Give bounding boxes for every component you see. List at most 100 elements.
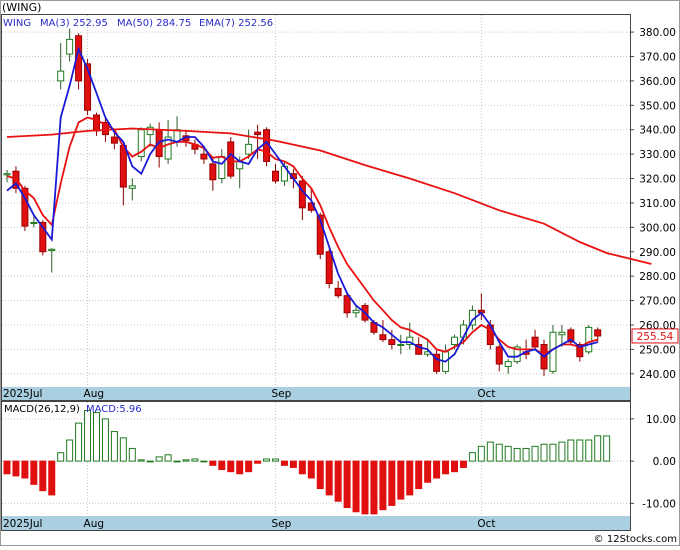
- price-tick-label: 360.00: [639, 76, 676, 88]
- price-tick-label: 300.00: [639, 222, 676, 234]
- candle-up: [66, 38, 74, 55]
- macd-bar-positive: [567, 439, 575, 462]
- price-tick-label: 350.00: [639, 100, 676, 112]
- macd-tick-label: 0.00: [653, 456, 676, 468]
- candle-up: [3, 173, 11, 176]
- macd-bar-positive: [513, 447, 521, 462]
- macd-bar-negative: [379, 460, 387, 511]
- price-axis-labels: 240.00250.00260.00270.00280.00290.00300.…: [639, 27, 676, 381]
- candle-down: [254, 131, 262, 136]
- candle-down: [594, 329, 602, 337]
- macd-bar-negative: [280, 460, 288, 466]
- macd-bar-negative: [388, 460, 396, 506]
- chart-svg: 2025Jul Aug Sep Oct 2025Jul Aug Sep Oct 240.00…: [0, 0, 680, 546]
- macd-bar-negative: [397, 460, 405, 500]
- macd-bar-positive: [522, 447, 530, 462]
- legend-ema7: EMA(7) 252.56: [199, 18, 273, 29]
- chart-title: (WING): [2, 1, 41, 14]
- macd-bar-negative: [39, 460, 47, 492]
- candle-up: [451, 336, 458, 346]
- macd-date-label: Aug: [84, 518, 105, 530]
- macd-bar-negative: [361, 460, 369, 515]
- macd-bar-negative: [459, 460, 467, 468]
- candle-up: [245, 143, 253, 155]
- price-tick-label: 250.00: [639, 344, 676, 356]
- macd-bar-negative: [415, 460, 423, 490]
- watermark: © 12Stocks.com: [594, 534, 677, 545]
- macd-bar-positive: [549, 443, 557, 462]
- price-tick-label: 290.00: [639, 247, 676, 259]
- current-price-value: 255.54: [637, 331, 674, 343]
- macd-bar-positive: [594, 435, 602, 462]
- macd-bar-negative: [30, 460, 38, 485]
- price-tick-label: 380.00: [639, 27, 676, 39]
- candle-down: [343, 295, 351, 314]
- macd-bar-positive: [603, 435, 611, 462]
- candle-down: [388, 339, 396, 346]
- candle-up: [504, 361, 512, 367]
- candle-up: [30, 221, 38, 224]
- price-tick-label: 240.00: [639, 369, 676, 381]
- candle-up: [48, 248, 56, 252]
- candle-down: [334, 287, 342, 297]
- candle-up: [558, 331, 566, 336]
- candle-up: [57, 70, 65, 82]
- price-date-label: 2025Jul: [3, 388, 42, 400]
- price-tick-label: 310.00: [639, 198, 676, 210]
- macd-bar-negative: [334, 460, 342, 502]
- candle-up: [352, 309, 360, 314]
- candle-down: [119, 145, 127, 188]
- macd-bar-negative: [451, 460, 458, 473]
- macd-bar-positive: [173, 460, 181, 463]
- macd-bar-positive: [137, 459, 145, 462]
- macd-bar-positive: [146, 460, 154, 463]
- macd-bar-negative: [3, 460, 11, 475]
- macd-bar-positive: [486, 441, 494, 462]
- candle-down: [531, 336, 539, 348]
- macd-value-label: MACD:5.96: [86, 404, 142, 415]
- macd-bar-positive: [57, 452, 65, 462]
- macd-bar-negative: [245, 460, 253, 473]
- macd-bar-positive: [155, 456, 163, 462]
- candle-down: [227, 141, 235, 177]
- macd-bar-negative: [442, 460, 450, 475]
- macd-bar-positive: [182, 459, 190, 462]
- macd-bar-positive: [110, 431, 118, 462]
- macd-bar-negative: [352, 460, 360, 513]
- macd-bar-negative: [289, 460, 297, 468]
- candle-down: [93, 114, 100, 132]
- macd-bar-negative: [227, 460, 235, 473]
- price-tick-label: 280.00: [639, 271, 676, 283]
- candle-up: [218, 156, 226, 180]
- macd-bar-negative: [343, 460, 351, 509]
- candle-up: [397, 344, 405, 347]
- macd-date-label: 2025Jul: [3, 518, 42, 530]
- macd-bar-negative: [218, 460, 226, 471]
- macd-bar-positive: [128, 447, 136, 462]
- price-tick-label: 320.00: [639, 174, 676, 186]
- macd-bar-negative: [406, 460, 414, 496]
- macd-bar-negative: [316, 460, 324, 490]
- candle-down: [110, 136, 118, 144]
- price-tick-label: 330.00: [639, 149, 676, 161]
- macd-bar-positive: [468, 452, 476, 462]
- price-date-label: Sep: [272, 388, 292, 400]
- macd-tick-label: -10.00: [642, 498, 676, 510]
- macd-bar-positive: [84, 409, 92, 462]
- macd-bar-positive: [66, 439, 74, 462]
- macd-bar-negative: [254, 460, 262, 464]
- macd-bar-positive: [263, 458, 271, 462]
- macd-bar-negative: [236, 460, 244, 475]
- macd-bar-negative: [48, 460, 56, 496]
- macd-bar-negative: [424, 460, 432, 483]
- macd-bar-positive: [504, 445, 512, 462]
- macd-date-label: Sep: [272, 518, 292, 530]
- macd-bar-positive: [75, 422, 83, 462]
- macd-bar-negative: [12, 460, 20, 477]
- macd-bar-positive: [101, 418, 109, 462]
- candle-down: [272, 170, 279, 182]
- candle-down: [200, 153, 208, 160]
- price-date-label: Oct: [477, 388, 495, 400]
- price-tick-label: 370.00: [639, 51, 676, 63]
- candle-down: [298, 180, 306, 209]
